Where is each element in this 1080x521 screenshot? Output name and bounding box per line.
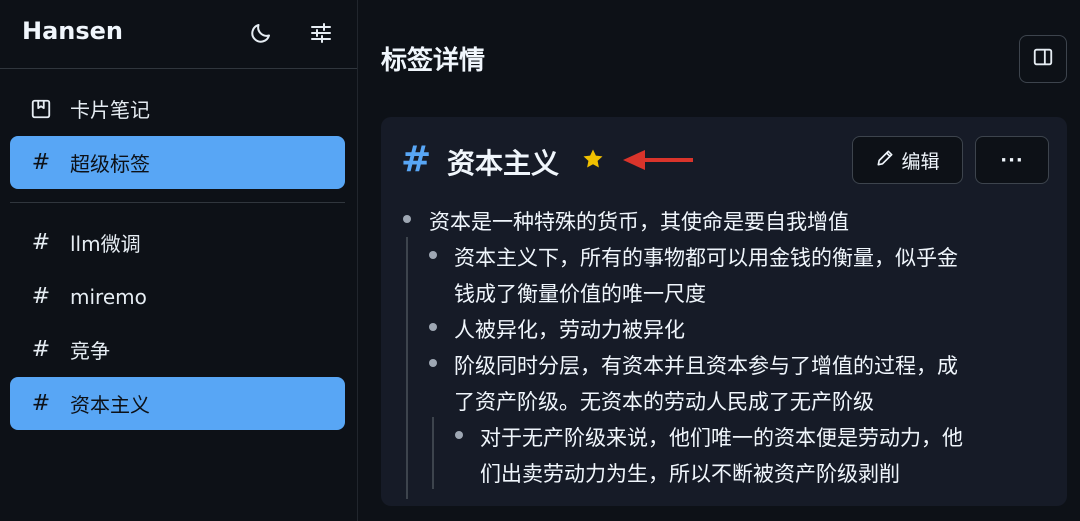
- sidebar-item-super-tags[interactable]: # 超级标签: [10, 136, 345, 189]
- list-item-continued: 们出卖劳动力为生，所以不断被资产阶级剥削: [480, 462, 900, 486]
- sidebar-item-label: 竞争: [70, 339, 110, 363]
- tag-name: 资本主义: [447, 147, 560, 180]
- sidebar-tag-capitalism[interactable]: # 资本主义: [10, 377, 345, 430]
- hash-icon: #: [31, 150, 51, 175]
- edit-button[interactable]: 编辑: [852, 136, 963, 184]
- sidebar-item-label: llm微调: [70, 232, 141, 256]
- moon-icon[interactable]: [248, 20, 274, 46]
- list-item: 对于无产阶级来说，他们唯一的资本便是劳动力，他: [480, 426, 963, 450]
- hash-icon: #: [31, 337, 51, 362]
- sidebar-item-label: 超级标签: [70, 152, 150, 176]
- list-item: 资本主义下，所有的事物都可以用金钱的衡量，似乎金: [454, 246, 958, 270]
- page-title: 标签详情: [381, 46, 486, 76]
- sidebar-item-label: 资本主义: [70, 393, 150, 417]
- list-item-continued: 钱成了衡量价值的唯一尺度: [454, 282, 706, 306]
- bullet: [455, 431, 463, 439]
- list-item: 资本是一种特殊的货币，其使命是要自我增值: [429, 210, 849, 234]
- list-item: 阶级同时分层，有资本并且资本参与了增值的过程，成: [454, 354, 958, 378]
- sidebar-item-label: 卡片笔记: [70, 98, 150, 122]
- edit-label: 编辑: [901, 150, 940, 173]
- hash-icon: #: [31, 284, 51, 309]
- sidebar-panel-icon: [1032, 46, 1054, 72]
- pencil-icon: [875, 148, 895, 172]
- bullet: [429, 359, 437, 367]
- more-button[interactable]: ···: [975, 136, 1049, 184]
- tag-hash-icon: #: [401, 139, 432, 180]
- toggle-panel-button[interactable]: [1019, 35, 1067, 83]
- sidebar-item-label: miremo: [70, 284, 147, 309]
- star-icon[interactable]: [581, 147, 605, 175]
- bullet: [429, 323, 437, 331]
- list-item-continued: 了资产阶级。无资本的劳动人民成了无产阶级: [454, 390, 874, 414]
- sidebar-header: Hansen: [0, 0, 357, 69]
- bullet: [429, 251, 437, 259]
- indent-guide: [406, 237, 408, 499]
- bullet: [403, 215, 411, 223]
- list-item: 人被异化，劳动力被异化: [454, 318, 685, 342]
- red-arrow-annotation: [621, 147, 695, 177]
- sidebar-tag-llm[interactable]: # llm微调: [10, 216, 345, 269]
- tag-detail-card: # 资本主义 编辑 ··· 资本是一种特殊的货币，其使命是要自我增值 资本主义下…: [381, 117, 1067, 506]
- sidebar-tag-miremo[interactable]: # miremo: [10, 270, 345, 323]
- sidebar: Hansen 卡片笔记 # 超级标签 # llm微调 # miremo # 竞争…: [0, 0, 358, 521]
- sidebar-item-card-notes[interactable]: 卡片笔记: [10, 82, 345, 135]
- sidebar-divider: [10, 202, 345, 203]
- sliders-icon[interactable]: [308, 20, 334, 46]
- more-icon: ···: [1000, 149, 1024, 171]
- indent-guide: [432, 417, 434, 489]
- hash-icon: #: [31, 391, 51, 416]
- bookmark-icon: [28, 96, 54, 122]
- hash-icon: #: [31, 230, 51, 255]
- sidebar-tag-competition[interactable]: # 竞争: [10, 323, 345, 376]
- app-title: Hansen: [22, 17, 124, 45]
